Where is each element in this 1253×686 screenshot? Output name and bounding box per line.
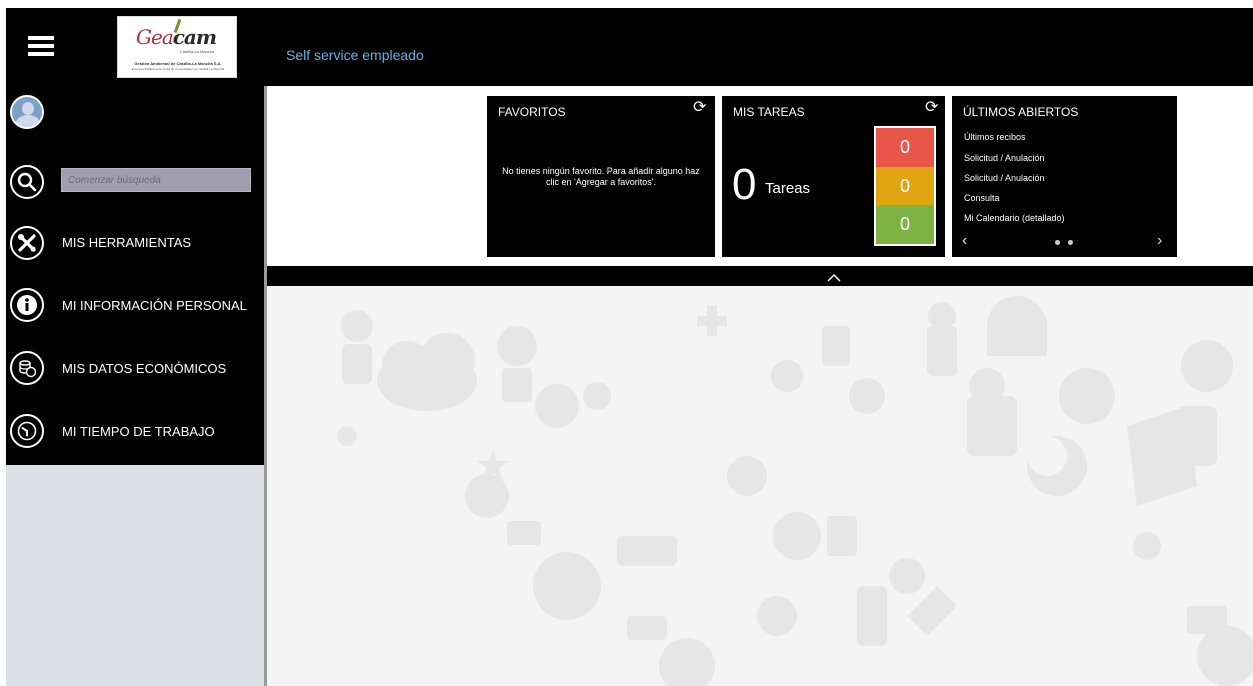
chevron-right-icon[interactable]: › <box>1157 232 1162 250</box>
recent-title: ÚLTIMOS ABIERTOS <box>963 105 1079 119</box>
sidebar: MIS HERRAMIENTAS MI INFORMACIÓN PERSONAL… <box>6 86 264 686</box>
chevron-left-icon[interactable]: ‹ <box>962 232 967 250</box>
logo-subtitle-2: Empresa Pública de la Junta de Comunidad… <box>131 67 225 71</box>
user-avatar[interactable] <box>10 95 44 129</box>
recent-item[interactable]: Solicitud / Anulación <box>964 173 1045 183</box>
task-status-amber[interactable]: 0 <box>876 166 934 206</box>
refresh-icon[interactable]: ⟳ <box>925 100 941 116</box>
carousel-dot[interactable] <box>1055 240 1060 245</box>
sidebar-item-herramientas[interactable]: MIS HERRAMIENTAS <box>62 235 191 250</box>
search-input[interactable] <box>61 168 251 192</box>
logo-subtitle: Gestión Ambiental de Castilla-La Mancha … <box>134 61 222 66</box>
app-window: Geacam Castilla-La Mancha Gestión Ambien… <box>0 0 1253 686</box>
tools-icon[interactable] <box>10 226 44 260</box>
refresh-icon[interactable]: ⟳ <box>693 100 709 116</box>
task-status-box: 0 0 0 <box>874 126 936 246</box>
chevron-up-icon[interactable] <box>827 270 841 282</box>
task-status-green[interactable]: 0 <box>876 205 934 244</box>
sidebar-item-datos-economicos[interactable]: MIS DATOS ECONÓMICOS <box>62 361 226 376</box>
carousel-dot[interactable] <box>1068 240 1073 245</box>
info-icon[interactable] <box>10 288 44 322</box>
recent-item[interactable]: Últimos recibos <box>964 132 1026 142</box>
tasks-widget: MIS TAREAS ⟳ 0 Tareas 0 0 0 <box>722 96 945 257</box>
coins-icon[interactable] <box>10 351 44 385</box>
favorites-empty-message: No tienes ningún favorito. Para añadir a… <box>502 166 700 187</box>
logo-mark: Geacam <box>136 25 217 49</box>
favorites-title: FAVORITOS <box>498 105 566 119</box>
favorites-widget: FAVORITOS ⟳ No tienes ningún favorito. P… <box>487 96 715 257</box>
search-icon[interactable] <box>10 165 44 199</box>
collapse-bar[interactable] <box>267 266 1253 286</box>
background-pattern <box>337 296 1253 686</box>
top-header: Geacam Castilla-La Mancha Gestión Ambien… <box>6 8 1253 86</box>
task-count[interactable]: 0 <box>732 160 756 210</box>
hamburger-menu-icon[interactable] <box>28 36 54 56</box>
recent-item[interactable]: Consulta <box>964 193 1000 203</box>
company-logo: Geacam Castilla-La Mancha Gestión Ambien… <box>117 16 237 78</box>
widget-area: FAVORITOS ⟳ No tienes ningún favorito. P… <box>267 86 1253 266</box>
main-content: FAVORITOS ⟳ No tienes ningún favorito. P… <box>267 86 1253 686</box>
clock-icon[interactable] <box>10 414 44 448</box>
task-status-red[interactable]: 0 <box>876 128 934 167</box>
app-title: Self service empleado <box>286 47 424 63</box>
recent-widget: ÚLTIMOS ABIERTOS Últimos recibos Solicit… <box>952 96 1177 257</box>
sidebar-item-informacion-personal[interactable]: MI INFORMACIÓN PERSONAL <box>62 298 247 313</box>
sidebar-item-tiempo-trabajo[interactable]: MI TIEMPO DE TRABAJO <box>62 424 215 439</box>
recent-item[interactable]: Solicitud / Anulación <box>964 153 1045 163</box>
sidebar-menu: MIS HERRAMIENTAS MI INFORMACIÓN PERSONAL… <box>6 86 264 465</box>
recent-item[interactable]: Mi Calendario (detallado) <box>964 213 1065 223</box>
task-count-label: Tareas <box>765 180 811 197</box>
tasks-title: MIS TAREAS <box>733 105 805 119</box>
logo-tagline: Castilla-La Mancha <box>180 49 215 54</box>
